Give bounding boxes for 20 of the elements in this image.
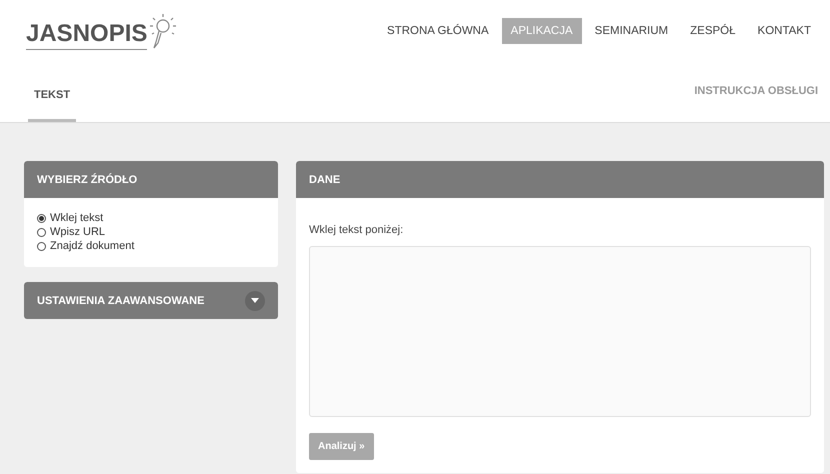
nav-link[interactable]: SEMINARIUM [586, 18, 678, 44]
radio-label[interactable]: Wpisz URL [50, 226, 106, 238]
radio-button[interactable] [37, 242, 46, 250]
nav-link[interactable]: ZESPÓŁ [681, 18, 745, 44]
nav-link[interactable]: STRONA GŁÓWNA [378, 18, 498, 44]
caret-icon [251, 298, 259, 303]
radio-label[interactable]: Wklej tekst [50, 212, 104, 224]
radio-button[interactable] [37, 214, 46, 222]
expand-toggle[interactable] [245, 290, 265, 310]
radio-label[interactable]: Znajdź dokument [50, 240, 134, 252]
panel-header[interactable]: USTAWIENIA ZAAWANSOWANE [24, 282, 278, 319]
field-label: Wklej tekst poniżej: [309, 224, 404, 236]
text-input-field[interactable] [309, 246, 811, 417]
logo-text: JASNOPIS [26, 20, 148, 50]
panel-title: USTAWIENIA ZAAWANSOWANE [37, 294, 204, 306]
radio-button[interactable] [37, 228, 46, 236]
panel-title: DANE [309, 174, 340, 186]
nav-link[interactable]: KONTAKT [748, 18, 820, 44]
lightbulb-icon [147, 12, 178, 50]
panel-title: WYBIERZ ŹRÓDŁO [37, 174, 138, 186]
